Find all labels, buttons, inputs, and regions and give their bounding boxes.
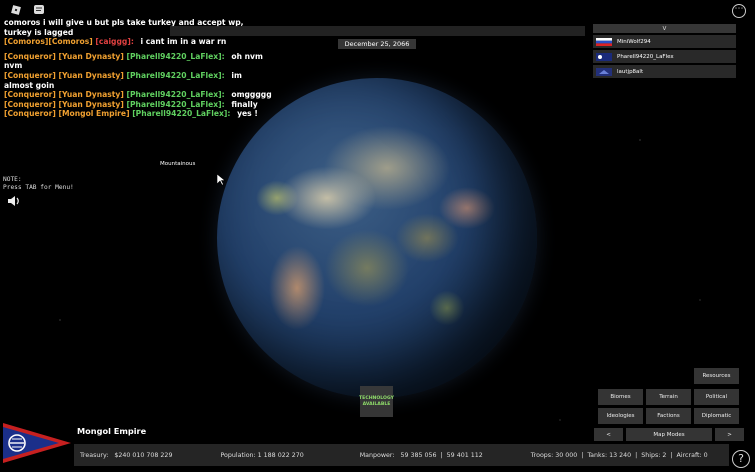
- map-mode-ideologies-button[interactable]: Ideologies: [598, 408, 643, 424]
- nation-stats-bar: Treasury: $240 010 708 229 Population: 1…: [74, 444, 729, 466]
- map-mode-biomes-button[interactable]: Biomes: [598, 389, 643, 405]
- map-mode-terrain-button[interactable]: Terrain: [646, 389, 691, 405]
- map-mode-resources-button[interactable]: Resources: [694, 368, 739, 384]
- chat-message: [Conqueror] [Yuan Dynasty] [Pharell94220…: [4, 90, 272, 100]
- map-modes-label: Map Modes: [626, 428, 712, 441]
- population-stat: Population: 1 188 022 270: [220, 451, 304, 459]
- speaker-icon[interactable]: [7, 195, 21, 207]
- tanks-stat: Tanks: 13 240: [587, 451, 632, 459]
- blue-flag-icon: [596, 67, 612, 76]
- player-list-toggle[interactable]: v: [593, 24, 736, 33]
- terrain-hover-label: Mountainous: [160, 161, 196, 167]
- technology-available-button[interactable]: TECHNOLOGY AVAILABLE: [359, 386, 394, 417]
- top-status-bar: [170, 26, 585, 36]
- chat-message: [Conqueror] [Yuan Dynasty] [Pharell94220…: [4, 70, 242, 80]
- nation-name: Mongol Empire: [77, 426, 147, 436]
- nation-flag: [3, 423, 71, 463]
- player-row[interactable]: lautjp8alt: [593, 65, 736, 78]
- menu-note: NOTE: Press TAB for Menu!: [3, 176, 74, 191]
- map-mode-diplomatic-button[interactable]: Diplomatic: [694, 408, 739, 424]
- treasury-stat: Treasury: $240 010 708 229: [80, 451, 173, 459]
- map-mode-prev-button[interactable]: <: [594, 428, 623, 441]
- manpower-stat: Manpower: 59 385 056 | 59 401 112: [359, 451, 483, 459]
- game-date: December 25, 2066: [338, 39, 416, 49]
- chat-message: [Comoros][Comoros] [caiggg]: i cant im i…: [4, 37, 227, 47]
- chat-message: [Conqueror] [Yuan Dynasty] [Pharell94220…: [4, 99, 258, 109]
- aircraft-stat: Aircraft: 0: [676, 451, 708, 459]
- help-icon[interactable]: ?: [732, 450, 750, 468]
- roblox-menu-icon[interactable]: [10, 4, 22, 16]
- player-row[interactable]: Pharell94220_LaFlex: [593, 50, 736, 63]
- mouse-cursor-icon: [217, 174, 226, 186]
- player-row[interactable]: MiniWolf294: [593, 35, 736, 48]
- mongol-flag-icon: [596, 52, 612, 61]
- chat-message: nvm: [4, 61, 23, 71]
- more-options-icon[interactable]: ⋯: [732, 4, 746, 18]
- ships-stat: Ships: 2: [641, 451, 667, 459]
- chat-message: almost goin: [4, 80, 55, 90]
- chat-message: [Conqueror] [Yuan Dynasty] [Pharell94220…: [4, 51, 263, 61]
- map-mode-next-button[interactable]: >: [715, 428, 744, 441]
- troops-stat: Troops: 30 000: [530, 451, 578, 459]
- chat-message: [Conqueror] [Mongol Empire] [Pharell9422…: [4, 109, 258, 119]
- russia-flag-icon: [596, 37, 612, 46]
- player-list: v MiniWolf294 Pharell94220_LaFlex lautjp…: [593, 24, 736, 78]
- map-mode-political-button[interactable]: Political: [694, 389, 739, 405]
- chat-toggle-icon[interactable]: [33, 4, 45, 16]
- world-globe[interactable]: [217, 78, 537, 398]
- map-mode-factions-button[interactable]: Factions: [646, 408, 691, 424]
